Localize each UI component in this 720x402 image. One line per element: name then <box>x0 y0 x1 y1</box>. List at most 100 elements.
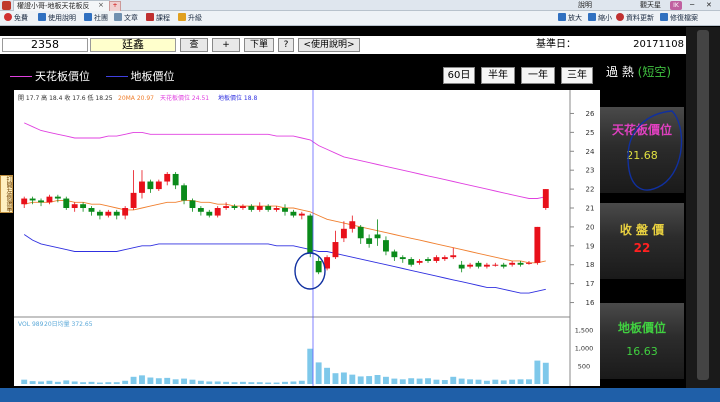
candle-body <box>416 260 423 263</box>
toolbar-repair-button[interactable]: 修復檔案 <box>660 13 698 24</box>
candle-body <box>500 264 507 267</box>
close-window-button[interactable]: ✕ <box>706 0 712 11</box>
volume-bar <box>340 372 347 384</box>
toolbar-manual-button[interactable]: 使用說明 <box>38 13 76 24</box>
floor-value: 16.63 <box>626 345 658 358</box>
candle-body <box>181 185 187 201</box>
repair-icon <box>660 13 668 21</box>
candle-body <box>391 251 398 258</box>
floor-label: 地板價位 <box>617 321 666 335</box>
candle-body <box>71 204 78 208</box>
candle-body <box>383 240 389 252</box>
stock-code-input[interactable]: 2358 <box>2 38 88 52</box>
user-badge: IK <box>670 1 682 10</box>
candle-body <box>155 181 162 190</box>
tab-close-icon[interactable]: × <box>98 0 104 10</box>
status-box: 過 熱 (短空) <box>600 55 684 93</box>
volume-bar <box>315 362 322 384</box>
volume-bar <box>147 377 154 384</box>
toolbar-free-button[interactable]: 免費 <box>4 13 28 24</box>
volume-bar <box>71 381 78 384</box>
open-left-menu-tab[interactable]: 打開左側選單 <box>0 175 13 213</box>
volume-bar <box>416 378 423 384</box>
candle-body <box>332 242 339 258</box>
order-button[interactable]: 下單 <box>244 38 274 52</box>
candle-body <box>467 264 474 267</box>
y-tick-label: 26 <box>586 110 595 118</box>
volume-bar <box>282 381 288 384</box>
right-scroll-thumb[interactable] <box>697 30 709 380</box>
toolbar-zoom-out-button[interactable]: 縮小 <box>588 13 612 24</box>
manual-button[interactable]: <使用說明> <box>298 38 360 52</box>
candle-body <box>96 211 103 216</box>
y-tick-label: 18 <box>586 261 595 269</box>
candle-body <box>542 189 549 208</box>
y-tick-label: 16 <box>586 299 595 307</box>
help-button[interactable]: ? <box>278 38 294 52</box>
volume-bar <box>467 379 474 384</box>
ohlc-readout: 開 17.7 高 18.4 收 17.6 低 18.25 <box>18 94 113 102</box>
minimize-button[interactable]: ─ <box>690 0 694 11</box>
candle-body <box>526 262 532 264</box>
candle-body <box>206 211 213 216</box>
candle-body <box>164 173 171 182</box>
toolbar-refresh-button[interactable]: 資料更新 <box>616 13 654 24</box>
y-tick-label: 20 <box>586 223 595 231</box>
toolbar-upgrade-button[interactable]: 升級 <box>178 13 202 24</box>
volume-bar <box>54 381 61 384</box>
candle-body <box>433 257 440 261</box>
ceiling-line-layer <box>24 122 546 199</box>
volume-bar <box>239 381 246 384</box>
volume-ma-readout: 20日均量 372.65 <box>44 320 93 328</box>
floor-line <box>23 234 546 294</box>
volume-bar <box>164 377 171 384</box>
help-link[interactable]: 說明 <box>578 0 592 11</box>
toolbar-zoom-in-button[interactable]: 放大 <box>558 13 582 24</box>
volume-bar <box>425 378 431 384</box>
volume-bar <box>332 373 339 384</box>
volume-bar <box>265 382 272 384</box>
browser-tab[interactable]: 權證小哥-地板天花板反 <box>13 0 110 11</box>
candle-body <box>63 198 70 208</box>
query-button[interactable]: 查 <box>180 38 208 52</box>
volume-bar <box>349 374 356 384</box>
period-60d-button[interactable]: 60日 <box>443 67 475 84</box>
y-tick-label: 22 <box>586 186 595 194</box>
volume-bar <box>231 382 238 384</box>
floor-legend-label: 地板價位 <box>130 70 175 83</box>
status-suffix: (短空) <box>637 65 672 79</box>
volume-bar <box>172 379 179 384</box>
user-name[interactable]: 觀天星 <box>640 0 661 11</box>
zoom-in-icon <box>558 13 566 21</box>
add-button[interactable]: + <box>212 38 240 52</box>
period-three-year-button[interactable]: 三年 <box>561 67 593 84</box>
status-text: 過 熱 (短空) <box>606 65 672 79</box>
candle-body <box>315 260 322 273</box>
toolbar-community-button[interactable]: 社團 <box>84 13 108 24</box>
toolbar-articles-button[interactable]: 文章 <box>114 13 138 24</box>
volume-bar <box>298 380 305 384</box>
candle-body <box>105 211 112 216</box>
volume-bar <box>450 376 457 384</box>
toolbar-courses-button[interactable]: 課程 <box>146 13 170 24</box>
ceiling-readout: 天花板價位 24.51 <box>160 94 209 102</box>
y-tick-label: 21 <box>586 205 595 213</box>
candle-body <box>357 226 364 239</box>
upgrade-icon <box>178 13 186 21</box>
volume-bar <box>542 362 549 384</box>
period-one-year-button[interactable]: 一年 <box>521 67 555 84</box>
volume-bar <box>80 382 87 384</box>
candle-body <box>122 208 129 216</box>
ceiling-line <box>24 122 546 199</box>
period-half-year-button[interactable]: 半年 <box>481 67 515 84</box>
os-taskbar <box>0 388 720 402</box>
volume-bar <box>122 380 129 384</box>
volume-bar <box>526 379 532 384</box>
y-tick-label: 23 <box>586 167 595 175</box>
help-icon <box>38 13 46 21</box>
volume-bar <box>189 379 196 384</box>
volume-tick-label: 1,000 <box>575 345 594 353</box>
candle-body <box>483 264 490 267</box>
volume-bar <box>130 376 137 384</box>
volume-bar <box>383 376 389 384</box>
